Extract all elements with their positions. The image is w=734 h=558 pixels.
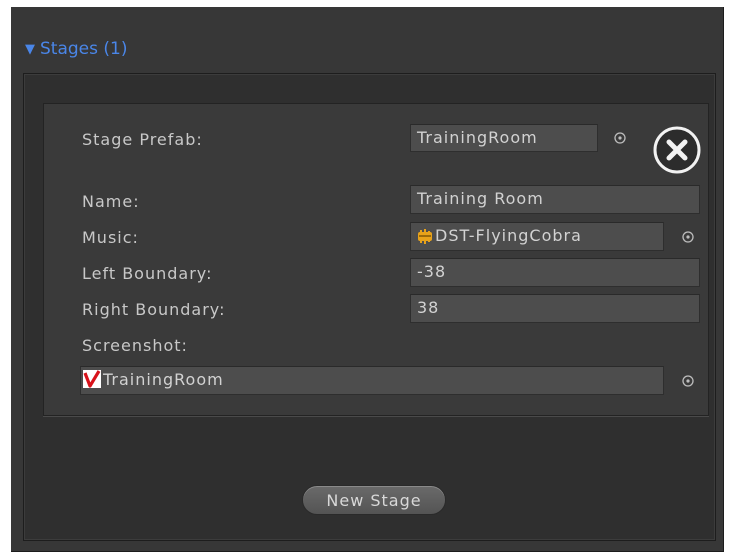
left-boundary-field[interactable]: -38 xyxy=(410,258,700,287)
music-picker-icon[interactable] xyxy=(681,230,695,244)
stage-prefab-label: Stage Prefab: xyxy=(82,130,203,149)
name-label: Name: xyxy=(82,192,140,211)
texture-icon xyxy=(83,370,101,394)
left-boundary-label: Left Boundary: xyxy=(82,264,213,283)
triangle-down-icon: ▼ xyxy=(25,41,35,57)
stage-prefab-field[interactable]: TrainingRoom xyxy=(410,124,598,152)
music-value: DST-FlyingCobra xyxy=(435,226,582,245)
name-field[interactable]: Training Room xyxy=(410,185,700,214)
new-stage-button[interactable]: New Stage xyxy=(302,485,446,515)
music-field[interactable]: DST-FlyingCobra xyxy=(410,222,664,251)
stage-prefab-picker-icon[interactable] xyxy=(613,131,627,145)
stages-foldout[interactable]: ▼ Stages (1) xyxy=(25,36,127,62)
right-boundary-label: Right Boundary: xyxy=(82,300,226,319)
screenshot-value: TrainingRoom xyxy=(103,370,224,389)
audio-clip-icon xyxy=(417,226,433,250)
music-label: Music: xyxy=(82,228,139,247)
remove-stage-close-icon[interactable] xyxy=(652,125,702,175)
screenshot-label: Screenshot: xyxy=(82,336,188,355)
screenshot-picker-icon[interactable] xyxy=(681,374,695,388)
stages-foldout-label: Stages (1) xyxy=(40,39,128,59)
screenshot-field[interactable]: TrainingRoom xyxy=(80,366,664,395)
right-boundary-field[interactable]: 38 xyxy=(410,294,700,323)
